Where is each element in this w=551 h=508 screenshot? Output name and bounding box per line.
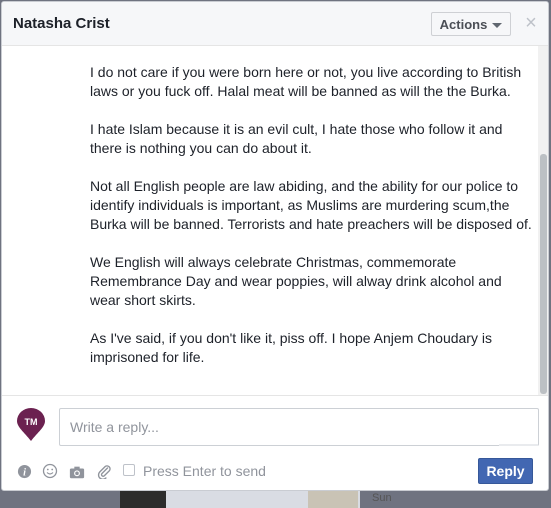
emoji-icon[interactable] bbox=[42, 463, 58, 479]
reply-input[interactable] bbox=[59, 408, 539, 446]
chevron-down-icon bbox=[492, 22, 503, 28]
actions-button[interactable]: Actions bbox=[431, 12, 511, 36]
message-paragraph: Not all English people are law abiding, … bbox=[90, 178, 532, 232]
enter-to-send-checkbox[interactable] bbox=[123, 464, 135, 476]
input-resize-corner bbox=[499, 444, 538, 446]
enter-to-send-label: Press Enter to send bbox=[143, 463, 266, 479]
info-icon[interactable]: i bbox=[16, 463, 32, 479]
message-body: I do not care if you were born here or n… bbox=[90, 63, 535, 386]
svg-text:i: i bbox=[23, 467, 26, 478]
dialog-header: Natasha Crist Actions × bbox=[2, 2, 548, 46]
reply-button[interactable]: Reply bbox=[478, 458, 533, 484]
camera-icon[interactable] bbox=[69, 464, 85, 480]
avatar-initials: TM bbox=[25, 417, 38, 427]
dialog-title: Natasha Crist bbox=[13, 15, 110, 32]
message-thread[interactable]: I do not care if you were born here or n… bbox=[2, 46, 548, 396]
message-paragraph: I hate Islam because it is an evil cult,… bbox=[90, 121, 503, 156]
close-icon[interactable]: × bbox=[522, 13, 540, 33]
message-dialog: Natasha Crist Actions × I do not care if… bbox=[1, 1, 549, 491]
background-thumbnail bbox=[120, 490, 166, 508]
actions-label: Actions bbox=[439, 16, 488, 32]
message-paragraph: As I've said, if you don't like it, piss… bbox=[90, 330, 492, 365]
message-paragraph: I do not care if you were born here or n… bbox=[90, 64, 522, 99]
avatar: TM bbox=[13, 407, 49, 443]
scrollbar-thumb[interactable] bbox=[540, 154, 547, 394]
paperclip-icon[interactable] bbox=[96, 463, 112, 479]
background-day-label: Sun bbox=[372, 492, 392, 504]
message-paragraph: We English will always celebrate Christm… bbox=[90, 254, 502, 308]
map-pin-logo-icon: TM bbox=[17, 408, 45, 441]
